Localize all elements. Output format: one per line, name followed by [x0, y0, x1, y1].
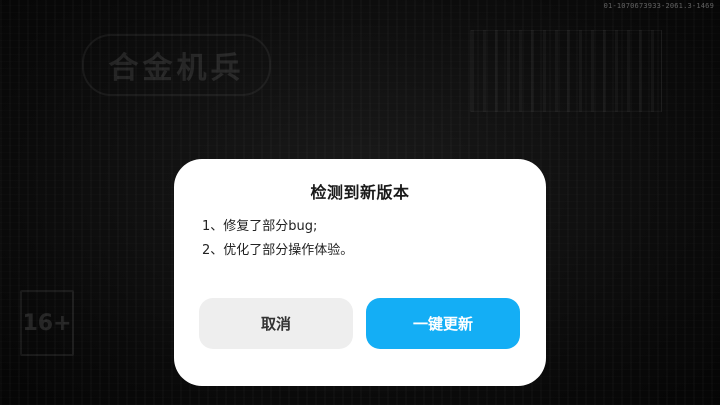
game-logo-text: 合金机兵 — [108, 51, 245, 86]
game-logo: 合金机兵 — [82, 34, 271, 96]
background-building-art — [470, 30, 662, 112]
release-notes: 1、修复了部分bug; 2、优化了部分操作体验。 — [202, 215, 518, 263]
age-rating-text: 16+ — [22, 310, 72, 336]
update-now-button[interactable]: 一键更新 — [366, 298, 520, 349]
update-dialog: 检测到新版本 1、修复了部分bug; 2、优化了部分操作体验。 取消 一键更新 — [174, 159, 546, 386]
dialog-title: 检测到新版本 — [310, 183, 410, 202]
version-label: 01-1070673933-2061.3-1469 — [603, 2, 714, 10]
release-note-item: 1、修复了部分bug; — [202, 219, 318, 234]
release-note-item: 2、优化了部分操作体验。 — [202, 243, 354, 258]
cancel-button[interactable]: 取消 — [199, 298, 353, 349]
age-rating-badge: 16+ — [20, 290, 74, 356]
game-screen: 合金机兵 16+ 01-1070673933-2061.3-1469 检测到新版… — [0, 0, 720, 405]
